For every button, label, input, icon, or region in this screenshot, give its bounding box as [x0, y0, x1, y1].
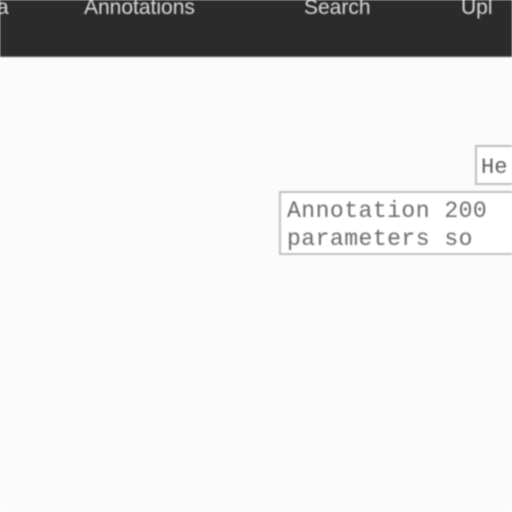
annotation-text-box[interactable]: Annotation 200 parameters so	[279, 191, 512, 255]
main-content-area: He Annotation 200 parameters so	[0, 57, 512, 512]
small-text-field[interactable]: He	[475, 145, 512, 185]
nav-item-annotations[interactable]: Annotations	[84, 0, 195, 23]
small-text-field-value: He	[481, 155, 508, 180]
annotation-line-1: Annotation 200	[287, 198, 488, 224]
top-navigation-bar: a Annotations Search Upl	[0, 0, 512, 57]
annotation-line-2: parameters so	[287, 226, 473, 252]
nav-item-partial-left[interactable]: a	[0, 0, 9, 23]
nav-item-search[interactable]: Search	[304, 0, 371, 23]
nav-item-upload[interactable]: Upl	[461, 0, 493, 23]
